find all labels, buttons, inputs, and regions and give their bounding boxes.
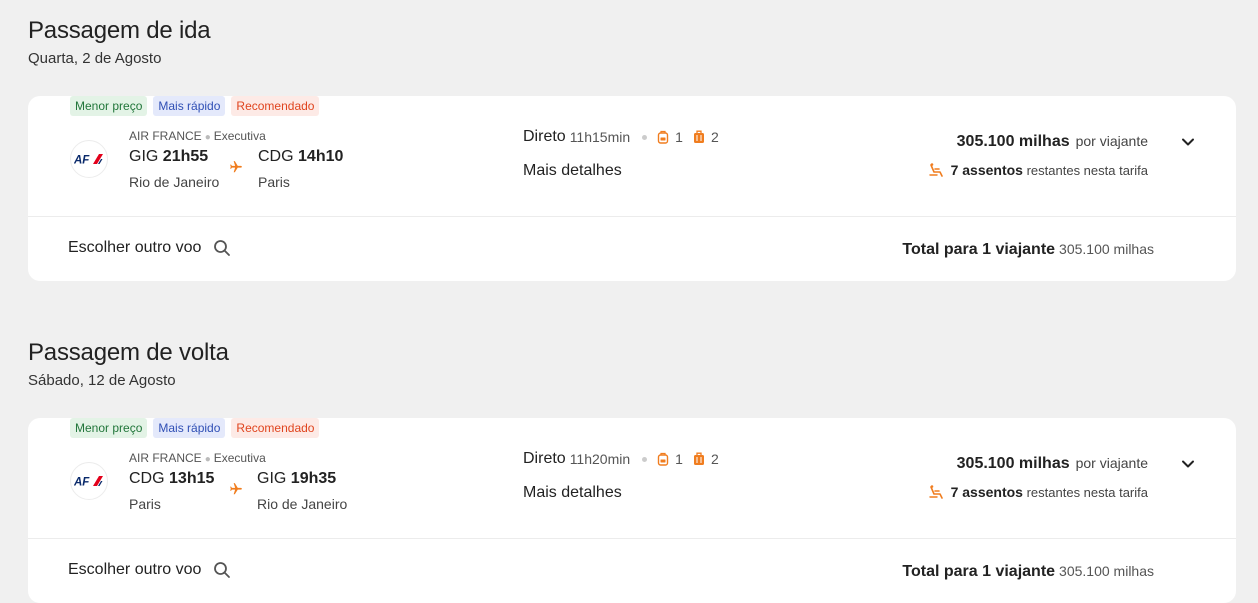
- more-details-link[interactable]: Mais detalhes: [523, 162, 622, 180]
- total-price: Total para 1 viajante 305.100 milhas: [902, 563, 1154, 581]
- section-title: Passagem de volta: [28, 339, 229, 366]
- badge-group: Menor preço Mais rápido Recomendado: [70, 418, 320, 438]
- duration: 11h20min: [569, 451, 631, 467]
- more-details-link[interactable]: Mais detalhes: [523, 484, 622, 502]
- total-value: 305.100 milhas: [1059, 241, 1154, 257]
- section-date: Sábado, 12 de Agosto: [28, 372, 176, 389]
- seat-icon: [928, 485, 943, 499]
- per-traveler: por viajante: [1075, 133, 1148, 149]
- origin-code: CDG: [129, 470, 165, 487]
- origin: GIG 21h55 Rio de Janeiro: [129, 148, 219, 190]
- stops-label: Direto: [523, 450, 566, 467]
- fastest-badge: Mais rápido: [153, 96, 226, 116]
- total-price: Total para 1 viajante 305.100 milhas: [902, 241, 1154, 259]
- carry-on: 1: [657, 129, 683, 145]
- cabin-class: Executiva: [213, 451, 266, 465]
- airline-logo: AF: [70, 140, 108, 178]
- duration: 11h15min: [569, 129, 631, 145]
- search-icon: [214, 562, 231, 578]
- airplane-icon: [229, 482, 243, 501]
- badge-group: Menor preço Mais rápido Recomendado: [70, 96, 320, 116]
- svg-text:AF: AF: [74, 477, 90, 488]
- airline-logo: AF: [70, 462, 108, 500]
- flight-summary: Direto 11h15min 1 2: [523, 128, 729, 146]
- seats-remaining: 7 assentos restantes nesta tarifa: [928, 162, 1148, 178]
- suitcase-icon: [693, 452, 704, 465]
- destination-code: GIG: [257, 470, 287, 487]
- origin: CDG 13h15 Paris: [129, 470, 214, 512]
- chevron-down-icon[interactable]: [1180, 456, 1196, 472]
- fastest-badge: Mais rápido: [153, 418, 226, 438]
- choose-other-flight-label: Escolher outro voo: [68, 561, 202, 578]
- origin-city: Paris: [129, 496, 161, 512]
- cheapest-badge: Menor preço: [70, 96, 148, 116]
- price: 305.100 milhas por viajante: [957, 133, 1148, 151]
- seats-text: restantes nesta tarifa: [1026, 485, 1148, 500]
- seats-count: 7 assentos: [950, 484, 1023, 500]
- airline-name: AIR FRANCE: [129, 451, 202, 465]
- flight-card[interactable]: Menor preço Mais rápido Recomendado AF A…: [28, 96, 1236, 281]
- seats-text: restantes nesta tarifa: [1026, 163, 1148, 178]
- chevron-down-icon[interactable]: [1180, 134, 1196, 150]
- airline-info: AIR FRANCE ● Executiva: [129, 451, 266, 465]
- total-label: Total para 1 viajante: [902, 563, 1056, 580]
- destination-code: CDG: [258, 148, 294, 165]
- recommended-badge: Recomendado: [231, 96, 320, 116]
- stops-label: Direto: [523, 128, 566, 145]
- carry-on: 1: [657, 451, 683, 467]
- checked-bags: 2: [693, 129, 719, 145]
- destination: GIG 19h35 Rio de Janeiro: [257, 470, 347, 512]
- destination-time: 14h10: [298, 148, 344, 165]
- seat-icon: [928, 163, 943, 177]
- backpack-icon: [657, 130, 669, 144]
- airline-info: AIR FRANCE ● Executiva: [129, 129, 266, 143]
- svg-text:AF: AF: [74, 155, 90, 166]
- section-title: Passagem de ida: [28, 17, 211, 44]
- price: 305.100 milhas por viajante: [957, 455, 1148, 473]
- total-value: 305.100 milhas: [1059, 563, 1154, 579]
- destination-city: Rio de Janeiro: [257, 496, 348, 512]
- search-icon: [214, 240, 231, 256]
- origin-time: 21h55: [162, 148, 209, 165]
- flight-card[interactable]: Menor preço Mais rápido Recomendado AF A…: [28, 418, 1236, 603]
- choose-other-flight-label: Escolher outro voo: [68, 239, 202, 256]
- destination-city: Paris: [258, 174, 290, 190]
- choose-other-flight-button[interactable]: Escolher outro voo: [68, 239, 231, 257]
- choose-other-flight-button[interactable]: Escolher outro voo: [68, 561, 231, 579]
- airplane-icon: [229, 160, 243, 179]
- cabin-class: Executiva: [213, 129, 266, 143]
- airline-name: AIR FRANCE: [129, 129, 202, 143]
- per-traveler: por viajante: [1075, 455, 1148, 471]
- origin-time: 13h15: [169, 470, 215, 487]
- suitcase-icon: [693, 130, 704, 143]
- flight-summary: Direto 11h20min 1 2: [523, 450, 729, 468]
- recommended-badge: Recomendado: [231, 418, 320, 438]
- price-miles: 305.100 milhas: [956, 133, 1070, 150]
- cheapest-badge: Menor preço: [70, 418, 148, 438]
- origin-city: Rio de Janeiro: [129, 174, 220, 190]
- backpack-icon: [657, 452, 669, 466]
- total-label: Total para 1 viajante: [902, 241, 1056, 258]
- price-miles: 305.100 milhas: [956, 455, 1070, 472]
- seats-count: 7 assentos: [950, 162, 1023, 178]
- destination-time: 19h35: [290, 470, 337, 487]
- section-date: Quarta, 2 de Agosto: [28, 50, 162, 67]
- destination: CDG 14h10 Paris: [258, 148, 343, 190]
- divider: [28, 216, 1236, 217]
- seats-remaining: 7 assentos restantes nesta tarifa: [928, 484, 1148, 500]
- checked-bags: 2: [693, 451, 719, 467]
- origin-code: GIG: [129, 148, 159, 165]
- divider: [28, 538, 1236, 539]
